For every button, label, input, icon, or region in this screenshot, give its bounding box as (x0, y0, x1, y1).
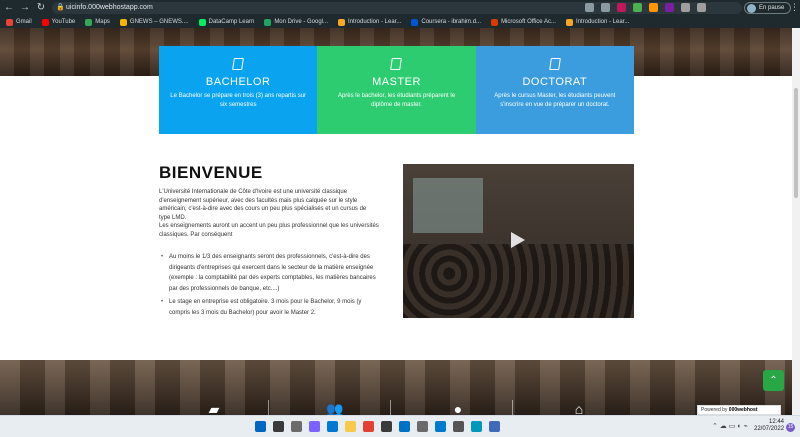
user-icon: ● (453, 401, 463, 415)
video-player[interactable] (403, 164, 634, 318)
bookmark-item[interactable]: Maps (85, 18, 110, 26)
list-item: Au moins le 1/3 des enseignants seront d… (161, 252, 384, 294)
powered-by-badge[interactable]: Powered by 000webhost (697, 405, 781, 415)
welcome-paragraph: L'Université Internationale de Côte d'Iv… (159, 189, 367, 221)
welcome-intro: L'Université Internationale de Côte d'Iv… (159, 188, 379, 240)
app-icon[interactable] (489, 421, 500, 432)
book-icon (390, 58, 403, 70)
bookmark-item[interactable]: Gmail (6, 18, 32, 26)
vscode-icon[interactable] (435, 421, 446, 432)
book-icon (548, 58, 561, 70)
sidepanel-icon[interactable] (697, 3, 706, 12)
learn-icon (338, 18, 345, 26)
profile-button[interactable]: En pause (744, 2, 792, 14)
chrome-icon[interactable] (363, 421, 374, 432)
back-to-top-button[interactable]: ⌃ (763, 370, 784, 391)
menu-icon[interactable]: ⋮ (790, 2, 799, 13)
office-icon (491, 18, 499, 26)
bookmark-star-icon[interactable] (601, 3, 610, 12)
outlook-icon[interactable] (399, 421, 410, 432)
coursera-icon (411, 18, 419, 26)
bookmark-item[interactable]: Coursera - ibrahim.d... (411, 18, 481, 26)
extension-icon[interactable] (665, 3, 674, 12)
bookmark-item[interactable]: Introduction - Lear... (338, 18, 401, 26)
app-icon[interactable] (417, 421, 428, 432)
bookmark-item[interactable]: YouTube (41, 18, 75, 26)
edge-icon[interactable] (327, 421, 338, 432)
card-text: Après le cursus Master, les étudiants pe… (494, 93, 616, 108)
book-icon: ▰ (208, 401, 220, 415)
card-master[interactable]: MASTER Après le bachelor, les étudiants … (317, 46, 476, 134)
share-icon[interactable] (585, 3, 594, 12)
learn-icon (565, 18, 573, 26)
task-view-icon[interactable] (291, 421, 302, 432)
play-icon[interactable] (511, 232, 525, 248)
card-doctorat[interactable]: DOCTORAT Après le cursus Master, les étu… (475, 46, 634, 134)
puzzle-icon[interactable] (681, 3, 690, 12)
lock-icon: 🔒 (56, 4, 65, 11)
clock[interactable]: 12:44 22/07/2022 (754, 419, 784, 433)
projection-screen (413, 178, 483, 233)
windows-start-icon[interactable] (255, 421, 266, 432)
reload-icon[interactable]: ↻ (34, 1, 48, 15)
drive-icon (264, 18, 272, 26)
bookmark-item[interactable]: Introduction - Lear... (565, 18, 629, 26)
gmail-icon (6, 18, 13, 26)
web-page: BACHELOR Le Bachelor se prépare en trois… (0, 28, 792, 415)
list-item: Le stage en entreprise est obligatoire. … (161, 297, 384, 318)
back-icon[interactable]: ← (2, 1, 16, 15)
card-text: Après le bachelor, les étudiants prépare… (337, 93, 456, 108)
divider (268, 400, 269, 415)
card-text: Le Bachelor se prépare en trois (3) ans … (170, 93, 307, 108)
bookmark-item[interactable]: GNEWS – GNEWS.... (119, 18, 189, 26)
divider (390, 400, 391, 415)
youtube-icon (41, 18, 49, 26)
audience (403, 244, 634, 318)
datacamp-icon (198, 18, 206, 26)
extension-icon[interactable] (633, 3, 642, 12)
app-icon[interactable] (453, 421, 464, 432)
file-explorer-icon[interactable] (345, 421, 356, 432)
maps-icon (85, 18, 93, 26)
url-text: uicinfo.000webhostapp.com (66, 4, 153, 11)
book-icon (232, 58, 244, 70)
hero-image-bottom (0, 360, 792, 415)
system-tray[interactable]: ⌃ ☁ ▭ ◐ ⌁ (712, 422, 748, 430)
scrollbar-thumb[interactable] (794, 88, 798, 198)
extension-icon[interactable] (617, 3, 626, 12)
welcome-title: BIENVENUE (159, 163, 263, 182)
app-icon[interactable] (471, 421, 482, 432)
extension-icon[interactable] (649, 3, 658, 12)
group-icon: 👥 (326, 401, 344, 415)
welcome-paragraph: Les enseignements auront un accent un pe… (159, 223, 379, 238)
bookmarks-bar: Gmail YouTube Maps GNEWS – GNEWS.... Dat… (0, 16, 800, 28)
bookmark-item[interactable]: DataCamp Learn (198, 18, 254, 26)
notification-badge[interactable]: 15 (786, 423, 795, 432)
degree-cards: BACHELOR Le Bachelor se prépare en trois… (159, 46, 634, 134)
card-title: BACHELOR (205, 76, 271, 88)
welcome-bullets: Au moins le 1/3 des enseignants seront d… (161, 252, 384, 321)
teams-icon[interactable] (309, 421, 320, 432)
card-title: DOCTORAT (522, 76, 588, 88)
bookmark-item[interactable]: Microsoft Office Ac... (491, 18, 556, 26)
page-scrollbar[interactable] (792, 28, 800, 415)
taskbar: ⌃ ☁ ▭ ◐ ⌁ 12:44 22/07/2022 15 (0, 415, 800, 437)
home-icon: ⌂ (574, 401, 584, 415)
search-icon[interactable] (273, 421, 284, 432)
store-icon[interactable] (381, 421, 392, 432)
forward-icon[interactable]: → (18, 1, 32, 15)
card-title: MASTER (372, 76, 421, 88)
bookmark-item[interactable]: Mon Drive - Googl... (264, 18, 328, 26)
card-bachelor[interactable]: BACHELOR Le Bachelor se prépare en trois… (159, 46, 318, 134)
avatar (747, 4, 756, 13)
chevron-up-icon: ⌃ (769, 375, 778, 386)
divider (512, 400, 513, 415)
gnews-icon (119, 18, 127, 26)
browser-chrome: ← → ↻ 🔒 uicinfo.000webhostapp.com En pau… (0, 0, 800, 28)
